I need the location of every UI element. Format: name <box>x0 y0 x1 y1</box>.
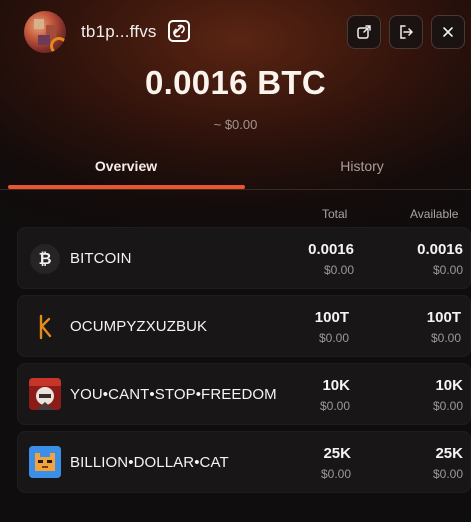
token-total: 10K <box>322 377 350 394</box>
balance-fiat: ~ $0.00 <box>213 117 258 132</box>
token-available-fiat: $0.00 <box>430 331 461 345</box>
token-available-fiat: $0.00 <box>432 263 463 277</box>
header: tb1p...ffvs <box>0 0 471 64</box>
token-available-fiat: $0.00 <box>432 467 463 481</box>
token-total: 100T <box>314 309 349 326</box>
token-total: 25K <box>323 445 351 462</box>
logout-icon <box>400 25 414 39</box>
avatar-pixel <box>34 19 44 29</box>
token-total-fiat: $0.00 <box>318 331 349 345</box>
token-row-billion-dollar-cat[interactable]: BILLION•DOLLAR•CAT 25K $0.00 25K $0.00 <box>17 431 471 493</box>
token-total: 0.0016 <box>308 241 354 258</box>
column-header-total: Total <box>322 207 348 221</box>
close-icon <box>443 27 453 37</box>
token-row-bitcoin[interactable]: ₿ BITCOIN 0.0016 $0.00 0.0016 $0.00 <box>17 227 471 289</box>
token-name: BILLION•DOLLAR•CAT <box>70 454 229 471</box>
token-row-ocumpyzxuzbuk[interactable]: OCUMPYZXUZBUK 100T $0.00 100T $0.00 <box>17 295 471 357</box>
logout-button[interactable] <box>389 15 423 49</box>
tab-bar: Overview History <box>0 150 471 190</box>
tab-history[interactable]: History <box>244 158 471 174</box>
cat-token-icon <box>29 446 61 478</box>
column-header-available: Available <box>410 207 459 221</box>
wallet-address[interactable]: tb1p...ffvs <box>81 22 157 42</box>
tab-overview[interactable]: Overview <box>8 158 244 174</box>
token-row-you-cant-stop-freedom[interactable]: YOU•CANT•STOP•FREEDOM 10K $0.00 10K $0.0… <box>17 363 471 425</box>
token-available: 10K <box>435 377 463 394</box>
close-button[interactable] <box>431 15 465 49</box>
avatar-badge <box>50 37 66 53</box>
svg-text:₿: ₿ <box>38 250 51 268</box>
token-total-fiat: $0.00 <box>319 399 350 413</box>
token-available: 25K <box>435 445 463 462</box>
token-name: YOU•CANT•STOP•FREEDOM <box>70 386 277 403</box>
avatar-pixel <box>38 35 50 45</box>
token-total-fiat: $0.00 <box>320 467 351 481</box>
token-name: OCUMPYZXUZBUK <box>70 318 208 335</box>
balance-amount: 0.0016 BTC <box>145 64 326 101</box>
bitcoin-icon: ₿ <box>30 244 60 274</box>
avatar[interactable] <box>24 11 66 53</box>
freedom-token-icon <box>29 378 61 410</box>
token-total-fiat: $0.00 <box>323 263 354 277</box>
open-external-button[interactable] <box>347 15 381 49</box>
open-external-icon <box>357 25 371 39</box>
token-name: BITCOIN <box>70 250 132 267</box>
wallet-panel: tb1p...ffvs 0.0016 BTC ~ $0.00 Overview … <box>0 0 471 522</box>
token-available: 0.0016 <box>417 241 463 258</box>
token-available: 100T <box>426 309 461 326</box>
rune-icon <box>30 312 60 342</box>
token-available-fiat: $0.00 <box>432 399 463 413</box>
link-icon[interactable] <box>168 20 190 42</box>
active-tab-indicator <box>8 185 245 189</box>
